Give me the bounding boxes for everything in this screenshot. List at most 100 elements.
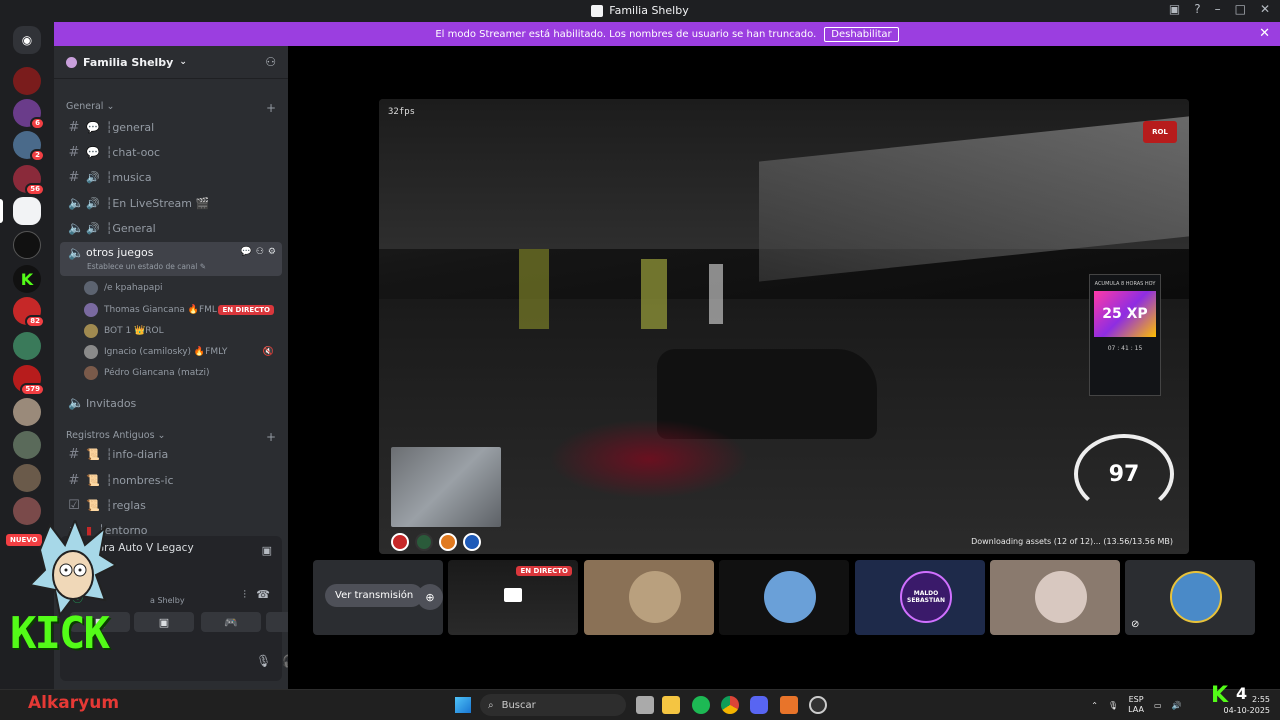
activity-button[interactable]: 🎮 [201,612,261,632]
rules-icon: ☑ [68,497,80,513]
server-icon-13[interactable] [13,464,41,492]
participant-tile[interactable]: Ver transmisión ⊕ [313,560,443,635]
xp-reward-panel: ACUMULA 8 HORAS HOY 25 XP 07 : 41 : 15 [1089,274,1161,396]
server-header[interactable]: Familia Shelby ⌄ ⚇ [54,46,288,79]
participant-tile-live[interactable]: EN DIRECTO [448,560,578,635]
microphone-icon[interactable]: 🎙 [256,654,271,668]
chat-icon[interactable]: 💬 [241,247,252,257]
server-icon [591,4,604,17]
participant-tile[interactable]: MALDO SEBASTIAN [855,560,985,635]
red-glow [549,419,749,499]
voice-user-name: Pédro Giancana (matzi) [104,368,210,378]
network-icon[interactable]: ▭ [1154,701,1162,710]
avatar [84,281,98,295]
volume-icon[interactable]: 🔊 [1172,701,1182,710]
app-icon-orange[interactable] [780,696,798,714]
server-icon-3[interactable]: 2 [13,131,45,162]
channel-label: ┆chat-ooc [105,145,161,159]
server-icon-10[interactable]: 579 [13,365,45,396]
clock-date: 04-10-2025 [1223,706,1271,715]
add-channel-icon[interactable]: + [266,430,276,444]
file-explorer-icon[interactable] [662,696,680,714]
speaker-icon: 🔈 [68,395,85,411]
channel-musica[interactable]: # 🔊 ┆musica [60,166,282,188]
channel-reglas[interactable]: ☑ 📜 ┆reglas [60,494,282,516]
channel-otros-juegos[interactable]: 🔈 otros juegos Establece un estado de ca… [60,242,282,276]
help-icon[interactable]: ? [1194,2,1200,16]
server-icon-12[interactable] [13,431,41,459]
armor-icon [415,533,433,551]
unread-badge: 2 [30,149,45,162]
inbox-icon[interactable]: ▣ [1169,2,1180,16]
channel-general-voice[interactable]: 🔈 🔊 ┆General [60,217,282,239]
add-channel-icon[interactable]: + [266,101,276,115]
xp-title: ACUMULA 8 HORAS HOY [1094,281,1156,287]
server-icon-2[interactable]: 6 [13,99,45,130]
server-icon-1[interactable] [13,67,41,95]
window-titlebar: Familia Shelby ▣ ? – □ ✕ [0,0,1280,21]
voice-user-name: Ignacio (camilosky) 🔥FMLY [104,347,228,357]
channel-info-diaria[interactable]: # 📜 ┆info-diaria [60,443,282,465]
server-icon-familia-shelby[interactable] [13,197,41,225]
channel-chat-ooc[interactable]: # 💬 ┆chat-ooc [60,141,282,163]
task-view-icon[interactable] [636,696,654,714]
search-placeholder: Buscar [501,699,536,711]
server-icon-4[interactable]: 56 [13,165,45,196]
stream-view: 32fps ROL ACUMULA 8 HORAS HOY 25 XP 07 :… [288,46,1280,689]
channel-en-livestream[interactable]: 🔈 🔊 ┆En LiveStream 🎬 [60,192,282,214]
voice-user[interactable]: Thomas Giancana 🔥FML EN DIRECTO [84,301,280,319]
minimize-icon[interactable]: – [1215,2,1221,16]
discord-taskbar-icon[interactable] [750,696,768,714]
watch-stream-button[interactable]: Ver transmisión [325,584,424,607]
kick-server-icon[interactable]: K [13,265,41,293]
obs-icon[interactable] [809,696,827,714]
noise-suppression-icon[interactable]: ⫶ [243,588,246,602]
channel-status[interactable]: Establece un estado de canal ✎ [87,262,206,271]
screen-share-button[interactable]: ▣ [134,612,194,632]
channel-label: ┆nombres-ic [105,473,174,487]
participant-tile[interactable] [584,560,714,635]
avatar [84,345,98,359]
server-icon-11[interactable] [13,398,41,426]
add-stream-icon[interactable]: ⊕ [417,584,443,610]
invite-icon[interactable]: ⚇ [256,247,264,257]
windows-start-icon[interactable] [455,697,471,713]
server-icon-8[interactable]: 82 [13,297,45,328]
language-indicator[interactable]: ESP LAA [1128,695,1144,715]
spotify-icon[interactable] [692,696,710,714]
channel-invitados[interactable]: 🔈 Invitados [60,392,282,414]
channel-general[interactable]: # 💬 ┆general [60,116,282,138]
server-icon-6[interactable] [13,231,41,259]
tray-chevron-icon[interactable]: ⌃ [1091,701,1098,710]
channel-emoji: 🔊 [86,170,100,184]
stream-settings-icon[interactable]: ▣ [262,544,272,557]
discord-home-icon[interactable]: ◉ [13,26,41,54]
category-general[interactable]: General ⌄ + [66,101,276,115]
voice-user[interactable]: BOT 1 👑ROL [84,322,280,340]
voice-user[interactable]: Pédro Giancana (matzi) [84,364,280,382]
screen-share-icon [504,588,522,602]
participant-tile[interactable] [719,560,849,635]
close-banner-icon[interactable]: ✕ [1259,26,1270,41]
avatar: MALDO SEBASTIAN [900,571,952,623]
close-window-icon[interactable]: ✕ [1260,2,1270,16]
maximize-icon[interactable]: □ [1235,2,1246,16]
participant-tile[interactable] [990,560,1120,635]
speedometer-ring [1074,434,1174,514]
chrome-icon[interactable] [721,696,739,714]
channel-nombres-ic[interactable]: # 📜 ┆nombres-ic [60,469,282,491]
voice-user[interactable]: /e kpahapapi [84,279,280,297]
disable-streamer-button[interactable]: Deshabilitar [824,26,899,42]
voice-user[interactable]: Ignacio (camilosky) 🔥FMLY 🔇 [84,343,280,361]
microphone-tray-icon[interactable]: 🎙 [1108,701,1118,710]
server-icon-9[interactable] [13,332,41,360]
invite-people-icon[interactable]: ⚇ [265,55,276,69]
disconnect-icon[interactable]: ☎ [256,588,270,601]
gear-icon[interactable]: ⚙ [268,247,276,257]
avatar [84,366,98,380]
avatar [1170,571,1222,623]
stream-video[interactable]: 32fps ROL ACUMULA 8 HORAS HOY 25 XP 07 :… [379,99,1189,554]
category-registros-antiguos[interactable]: Registros Antiguos ⌄ + [66,430,276,444]
taskbar-search[interactable]: ⌕ Buscar [480,694,626,716]
participant-tile[interactable]: ⊘ [1125,560,1255,635]
